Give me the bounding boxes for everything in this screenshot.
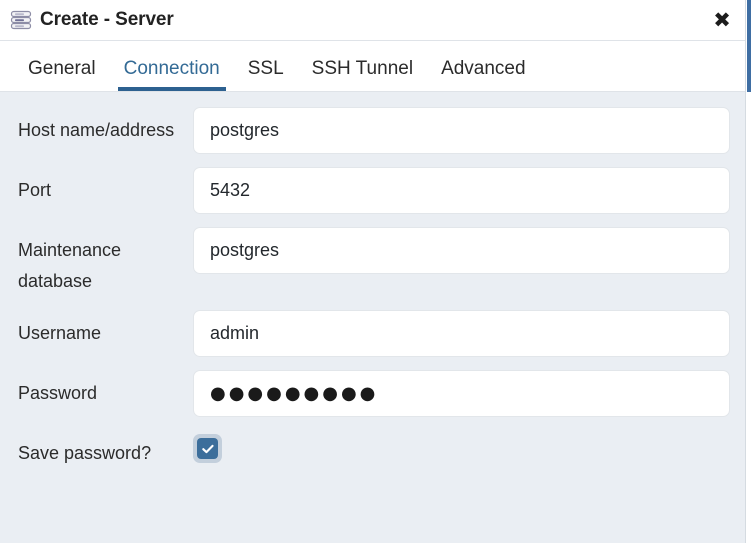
tab-ssh-tunnel[interactable]: SSH Tunnel [298,59,427,91]
checkbox-box [197,438,218,459]
label-save-password: Save password? [18,443,152,463]
close-icon: ✖ [713,7,731,32]
label-port: Port [18,180,52,200]
field-row-maintenance-database: Maintenance database [0,227,745,297]
control-save-password [193,430,730,463]
control-port [193,167,730,214]
password-input[interactable]: ●●●●●●●●● [193,370,730,417]
port-input[interactable] [193,167,730,214]
connection-form: Host name/address Port Maintenance datab… [0,92,745,543]
server-stack-icon [10,9,32,31]
label-maintenance-database: Maintenance database [18,240,122,291]
close-button[interactable]: ✖ [699,0,745,41]
field-row-port: Port [0,167,745,214]
tab-general[interactable]: General [14,59,110,91]
titlebar-left: Create - Server [0,9,699,31]
field-row-password: Password ●●●●●●●●● [0,370,745,417]
dialog-title: Create - Server [40,9,174,30]
page-scrollbar[interactable] [746,0,752,543]
control-username [193,310,730,357]
username-input[interactable] [193,310,730,357]
tab-ssl[interactable]: SSL [234,59,298,91]
tab-advanced[interactable]: Advanced [427,59,540,91]
control-password: ●●●●●●●●● [193,370,730,417]
label-username: Username [18,323,102,343]
control-host-name-address [193,107,730,154]
check-icon [201,444,214,453]
host-name-address-input[interactable] [193,107,730,154]
label-password: Password [18,383,98,403]
create-server-dialog: Create - Server ✖ General Connection SSL… [0,0,752,543]
maintenance-database-input[interactable] [193,227,730,274]
page-scrollbar-thumb[interactable] [747,0,751,92]
save-password-checkbox[interactable] [193,434,222,463]
label-host-name-address: Host name/address [18,120,175,140]
field-row-save-password: Save password? [0,430,745,469]
field-row-username: Username [0,310,745,357]
dialog-titlebar: Create - Server ✖ [0,0,745,41]
tab-connection[interactable]: Connection [110,59,234,91]
control-maintenance-database [193,227,730,274]
dialog-tabbar: General Connection SSL SSH Tunnel Advanc… [0,41,745,92]
field-row-host-name-address: Host name/address [0,107,745,154]
